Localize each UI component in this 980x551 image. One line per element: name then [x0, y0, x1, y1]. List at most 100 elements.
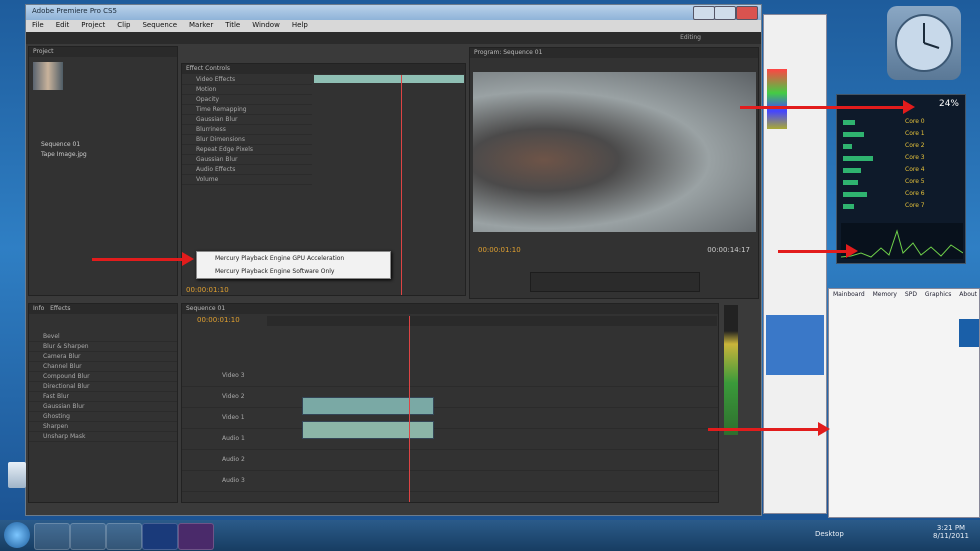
- effect-row[interactable]: Blur Dimensions: [182, 135, 312, 145]
- audio-meter: [724, 305, 738, 435]
- recycle-bin-icon[interactable]: [8, 462, 26, 488]
- project-item-image[interactable]: Tape Image.jpg: [41, 151, 87, 158]
- gpu-monitor-window[interactable]: [763, 14, 827, 514]
- menu-sequence[interactable]: Sequence: [136, 20, 183, 30]
- core-bar: [843, 180, 858, 185]
- red-arrow: [740, 100, 915, 114]
- cpuz-tabs[interactable]: Mainboard Memory SPD Graphics About: [829, 291, 979, 303]
- workspace-select[interactable]: Editing: [680, 34, 701, 41]
- menu-project[interactable]: Project: [75, 20, 111, 30]
- effect-controls-tab[interactable]: Effect Controls: [182, 64, 465, 74]
- effect-row[interactable]: Audio Effects: [182, 165, 312, 175]
- core-label: Core 2: [905, 142, 925, 149]
- photoshop-icon[interactable]: [142, 523, 178, 550]
- effect-row[interactable]: Gaussian Blur: [182, 115, 312, 125]
- playhead[interactable]: [401, 75, 402, 295]
- core-label: Core 0: [905, 118, 925, 125]
- program-timecode: 00:00:01:10: [478, 246, 521, 254]
- core-row: Core 0: [843, 117, 961, 129]
- effect-list-item[interactable]: Ghosting: [29, 412, 177, 422]
- core-label: Core 3: [905, 154, 925, 161]
- timeline-track[interactable]: Video 2: [182, 387, 718, 408]
- timeline-track[interactable]: Audio 2: [182, 450, 718, 471]
- timeline-tab[interactable]: Sequence 01: [182, 304, 718, 314]
- effect-list-item[interactable]: Blur & Sharpen: [29, 342, 177, 352]
- minimize-button[interactable]: [693, 6, 715, 20]
- tab-memory[interactable]: Memory: [873, 291, 897, 298]
- menu-help[interactable]: Help: [286, 20, 314, 30]
- menu-software-only[interactable]: Mercury Playback Engine Software Only: [197, 265, 390, 278]
- timeline-track[interactable]: Audio 1: [182, 429, 718, 450]
- time-ruler[interactable]: [267, 316, 717, 326]
- start-button-icon[interactable]: [4, 522, 30, 548]
- renderer-context-menu[interactable]: Mercury Playback Engine GPU Acceleration…: [196, 251, 391, 279]
- effect-row[interactable]: Blurriness: [182, 125, 312, 135]
- tab-about[interactable]: About: [959, 291, 977, 298]
- timeline-track[interactable]: Video 1: [182, 408, 718, 429]
- transport-controls[interactable]: [530, 272, 700, 292]
- effect-row[interactable]: Opacity: [182, 95, 312, 105]
- menu-clip[interactable]: Clip: [111, 20, 136, 30]
- effect-list-item[interactable]: Channel Blur: [29, 362, 177, 372]
- menu-edit[interactable]: Edit: [50, 20, 76, 30]
- effect-list-item[interactable]: Directional Blur: [29, 382, 177, 392]
- cpuz-logo: [959, 319, 979, 347]
- effect-list-item[interactable]: Fast Blur: [29, 392, 177, 402]
- effect-list-item[interactable]: Gaussian Blur: [29, 402, 177, 412]
- menu-bar[interactable]: File Edit Project Clip Sequence Marker Title Wi…: [26, 20, 761, 32]
- taskbar[interactable]: Desktop 3:21 PM 8/11/2011: [0, 520, 980, 551]
- effect-row[interactable]: Volume: [182, 175, 312, 185]
- effect-row[interactable]: Video Effects: [182, 75, 312, 85]
- program-monitor[interactable]: Program: Sequence 01 00:00:01:10 00:00:1…: [469, 47, 759, 299]
- core-bar: [843, 192, 867, 197]
- tray-clock[interactable]: 3:21 PM 8/11/2011: [928, 524, 974, 540]
- effect-row[interactable]: Gaussian Blur: [182, 155, 312, 165]
- menu-marker[interactable]: Marker: [183, 20, 219, 30]
- menu-title[interactable]: Title: [219, 20, 246, 30]
- audio-clip[interactable]: [302, 421, 434, 439]
- effect-list-item[interactable]: Bevel: [29, 332, 177, 342]
- cpu-percent: 24%: [938, 99, 959, 109]
- core-row: Core 1: [843, 129, 961, 141]
- chrome-icon[interactable]: [70, 523, 106, 550]
- menu-window[interactable]: Window: [246, 20, 286, 30]
- desktop-toolbar[interactable]: Desktop: [815, 530, 844, 538]
- effect-row[interactable]: Motion: [182, 85, 312, 95]
- effect-row[interactable]: Time Remapping: [182, 105, 312, 115]
- core-bar: [843, 204, 854, 209]
- effects-panel-tabs[interactable]: Info Effects: [29, 304, 177, 314]
- timeline-track[interactable]: Video 3: [182, 366, 718, 387]
- app-icon[interactable]: [106, 523, 142, 550]
- ec-timecode: 00:00:01:10: [186, 286, 229, 294]
- tab-graphics[interactable]: Graphics: [925, 291, 952, 298]
- effect-row[interactable]: Repeat Edge Pixels: [182, 145, 312, 155]
- effects-panel[interactable]: Info Effects Bevel Blur & Sharpen Camera B…: [28, 303, 178, 503]
- selected-list-item[interactable]: [766, 315, 824, 375]
- effect-list-item[interactable]: Sharpen: [29, 422, 177, 432]
- cpu-meter-gadget: 24% Core 0 Core 1 Core 2 Core 3 Core 4 Core 5…: [836, 94, 966, 264]
- effect-list-item[interactable]: Camera Blur: [29, 352, 177, 362]
- toolbar: Editing: [26, 32, 761, 44]
- core-bar: [843, 132, 864, 137]
- premiere-icon[interactable]: [178, 523, 214, 550]
- timeline-playhead[interactable]: [409, 316, 410, 502]
- menu-file[interactable]: File: [26, 20, 50, 30]
- project-item-sequence[interactable]: Sequence 01: [41, 141, 80, 148]
- core-label: Core 5: [905, 178, 925, 185]
- menu-gpu-acceleration[interactable]: Mercury Playback Engine GPU Acceleration: [197, 252, 390, 265]
- tray-time: 3:21 PM: [936, 524, 966, 532]
- close-button[interactable]: [736, 6, 758, 20]
- window-title: Adobe Premiere Pro CS5: [26, 5, 761, 20]
- explorer-icon[interactable]: [34, 523, 70, 550]
- cpuz-window[interactable]: Mainboard Memory SPD Graphics About: [828, 288, 980, 518]
- tab-mainboard[interactable]: Mainboard: [833, 291, 865, 298]
- video-clip[interactable]: [302, 397, 434, 415]
- effect-list-item[interactable]: Compound Blur: [29, 372, 177, 382]
- timeline-track[interactable]: Audio 3: [182, 471, 718, 492]
- effect-list-item[interactable]: Unsharp Mask: [29, 432, 177, 442]
- color-swatch: [767, 69, 787, 129]
- core-bar: [843, 168, 861, 173]
- maximize-button[interactable]: [714, 6, 736, 20]
- timeline-panel[interactable]: Sequence 01 00:00:01:10 Video 3 Video 2 Vi…: [181, 303, 719, 503]
- tab-spd[interactable]: SPD: [905, 291, 917, 298]
